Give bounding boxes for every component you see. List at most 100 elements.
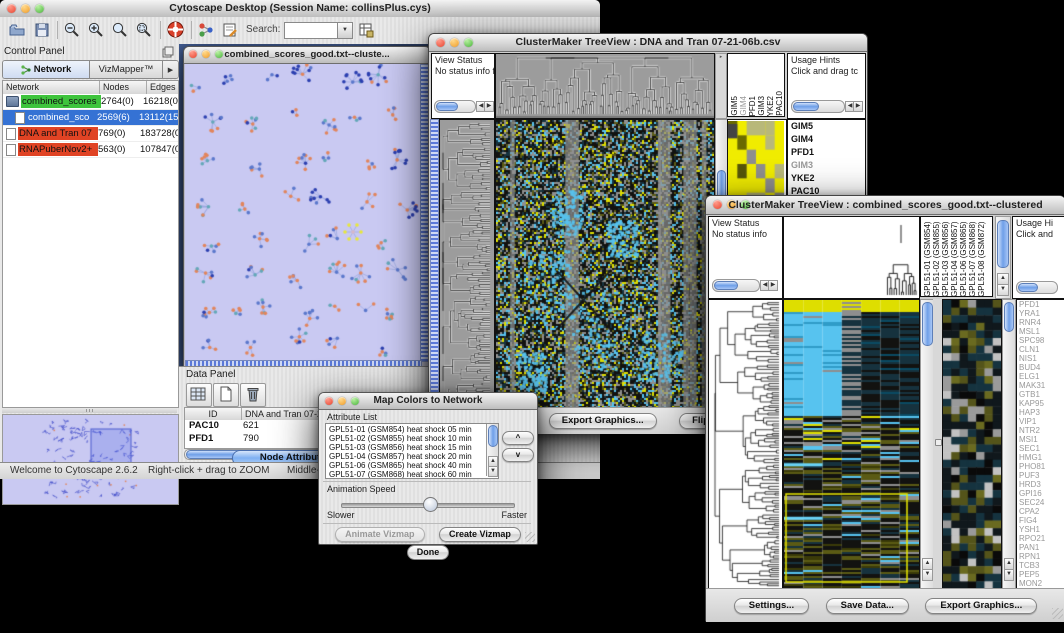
slider-thumb[interactable] (423, 497, 438, 512)
network-nodes-icon[interactable] (197, 21, 215, 39)
tv2-row-dendrogram[interactable] (708, 299, 783, 590)
tv2-splitter[interactable] (933, 299, 942, 588)
tv2-zoom-heatmap[interactable] (942, 299, 1002, 590)
gene-label[interactable]: MSI1 (1017, 435, 1064, 444)
float-panel-icon[interactable] (162, 46, 174, 58)
gene-label[interactable]: HMG1 (1017, 453, 1064, 462)
zoom-column-label[interactable]: GIM3 (757, 96, 766, 116)
gene-label[interactable]: SPC98 (1017, 336, 1064, 345)
gene-label[interactable]: PUF3 (1017, 471, 1064, 480)
tv1-row-dendrogram[interactable] (439, 119, 495, 409)
column-label[interactable]: GPL51-02 (GSM855) (932, 218, 941, 297)
move-down-button[interactable]: v (502, 448, 534, 462)
treeview1-titlebar[interactable]: ClusterMaker TreeView : DNA and Tran 07-… (429, 34, 867, 52)
data-panel-delete-button[interactable] (240, 383, 266, 407)
attribute-list-item[interactable]: GPL51-06 (GSM865) heat shock 40 min (326, 461, 486, 470)
column-label[interactable]: GPL51-08 (GSM872) (977, 218, 986, 297)
scroll-down-arrow[interactable]: ▼ (922, 569, 933, 581)
gene-label[interactable]: GTB1 (1017, 390, 1064, 399)
gene-label[interactable]: VIP1 (1017, 417, 1064, 426)
tv2-column-dendrogram[interactable] (783, 216, 920, 299)
column-label[interactable]: GPL51-07 (GSM868) (968, 218, 977, 297)
gene-label[interactable]: SEC1 (1017, 444, 1064, 453)
column-header-id[interactable]: ID (185, 408, 242, 420)
attribute-list-item[interactable]: GPL51-04 (GSM857) heat shock 20 min (326, 452, 486, 461)
tv1-status-scrollbar[interactable] (434, 100, 476, 113)
resize-grip[interactable] (1052, 608, 1063, 619)
gene-label[interactable]: PFD1 (1017, 300, 1064, 309)
gene-label[interactable]: MSL1 (1017, 327, 1064, 336)
gene-label[interactable]: MAK31 (1017, 381, 1064, 390)
scroll-right-arrow[interactable]: ▶ (768, 280, 778, 291)
tv2-hints-scrollbar[interactable] (1016, 281, 1058, 294)
gene-label[interactable]: RPO21 (1017, 534, 1064, 543)
attribute-list-item[interactable]: GPL51-02 (GSM855) heat shock 10 min (326, 434, 486, 443)
gene-label[interactable]: CPA2 (1017, 507, 1064, 516)
tab-network[interactable]: Network (3, 61, 90, 78)
gene-label[interactable]: BUD4 (1017, 363, 1064, 372)
open-file-icon[interactable] (8, 21, 26, 39)
gene-label[interactable]: YSH1 (1017, 525, 1064, 534)
network-window-1-titlebar[interactable]: combined_scores_good.txt--cluste... (184, 47, 430, 64)
zoom-column-label[interactable]: GIM5 (730, 96, 739, 116)
gene-label[interactable]: PEP5 (1017, 570, 1064, 579)
zoom-selected-icon[interactable] (135, 21, 153, 39)
dialog-titlebar[interactable]: Map Colors to Network (319, 393, 537, 410)
gene-label[interactable]: RPN1 (1017, 552, 1064, 561)
zoom-column-label[interactable]: PAC10 (775, 91, 784, 116)
dialog-action-button[interactable]: Animate Vizmap (335, 527, 424, 542)
attribute-list-item[interactable]: GPL51-03 (GSM856) heat shock 15 min (326, 443, 486, 452)
attribute-listbox[interactable]: GPL51-01 (GSM854) heat shock 05 minGPL51… (325, 423, 499, 479)
treeview-action-button[interactable]: Save Data... (826, 598, 909, 614)
gene-label[interactable]: YRA1 (1017, 309, 1064, 318)
network-overview-canvas[interactable] (2, 414, 179, 505)
attribute-browser-icon[interactable] (357, 21, 375, 39)
tv2-zoom-scrollbar[interactable]: ▲ ▼ (1002, 299, 1016, 590)
treeview2-titlebar[interactable]: ClusterMaker TreeView : combined_scores_… (706, 196, 1064, 215)
column-header-edges[interactable]: Edges (147, 81, 178, 94)
data-panel-table-button[interactable] (186, 383, 212, 407)
zoom-column-label[interactable]: GIM4 (739, 96, 748, 116)
gene-label[interactable]: GPI16 (1017, 489, 1064, 498)
attribute-list-item[interactable]: GPL51-07 (GSM868) heat shock 60 min (326, 470, 486, 479)
gene-label[interactable]: FIG4 (1017, 516, 1064, 525)
zoom-in-icon[interactable] (87, 21, 105, 39)
move-up-button[interactable]: ^ (502, 431, 534, 445)
scroll-down-arrow[interactable]: ▼ (488, 466, 498, 477)
zoom-fit-icon[interactable] (111, 21, 129, 39)
network-table-row[interactable]: DNA and Tran 07 769(0) 183728(0) (3, 126, 178, 142)
main-titlebar[interactable]: Cytoscape Desktop (Session Name: collins… (0, 0, 600, 18)
tv2-heatmap[interactable] (783, 299, 920, 590)
gene-label[interactable]: ELG1 (1017, 372, 1064, 381)
treeview-action-button[interactable]: Export Graphics... (549, 413, 657, 429)
gene-label[interactable]: NTR2 (1017, 426, 1064, 435)
column-label[interactable]: GPL51-04 (GSM857) (950, 218, 959, 297)
gene-label[interactable]: HRD3 (1017, 480, 1064, 489)
help-lifesaver-icon[interactable] (166, 20, 185, 39)
network-view-1-canvas[interactable] (185, 64, 420, 360)
panel-splitter[interactable] (2, 408, 177, 413)
gene-label[interactable]: PHO81 (1017, 462, 1064, 471)
attribute-list-item[interactable]: GPL51-01 (GSM854) heat shock 05 min (326, 425, 486, 434)
network-table-row[interactable]: combined_sco 2569(6) 13112(15) (3, 110, 178, 126)
animation-speed-slider[interactable] (341, 497, 513, 511)
gene-label[interactable]: SEC24 (1017, 498, 1064, 507)
tab-vizmapper[interactable]: VizMapper™ (90, 61, 162, 78)
gene-label[interactable]: HAP3 (1017, 408, 1064, 417)
zoom-column-label[interactable]: YKE2 (766, 96, 775, 116)
zoom-out-icon[interactable] (63, 21, 81, 39)
scroll-down-arrow[interactable]: ▼ (997, 284, 1009, 296)
scroll-down-arrow[interactable]: ▼ (1004, 569, 1014, 581)
gene-label[interactable]: CLN1 (1017, 345, 1064, 354)
gene-label[interactable]: GIM3 (788, 159, 865, 172)
column-label[interactable]: GPL51-06 (GSM865) (959, 218, 968, 297)
gene-label[interactable]: GIM4 (788, 133, 865, 146)
tv1-hints-scrollbar[interactable] (791, 100, 845, 113)
network-table-row[interactable]: combined_scores 2764(0) 16218(0) (3, 94, 178, 110)
gene-label[interactable]: GIM5 (788, 120, 865, 133)
dialog-action-button[interactable]: Done (407, 545, 450, 560)
search-dropdown-button[interactable]: ▼ (337, 22, 353, 39)
column-label[interactable]: GPL51-03 (GSM856) (941, 218, 950, 297)
dialog-action-button[interactable]: Create Vizmap (439, 527, 521, 542)
save-icon[interactable] (33, 21, 51, 39)
